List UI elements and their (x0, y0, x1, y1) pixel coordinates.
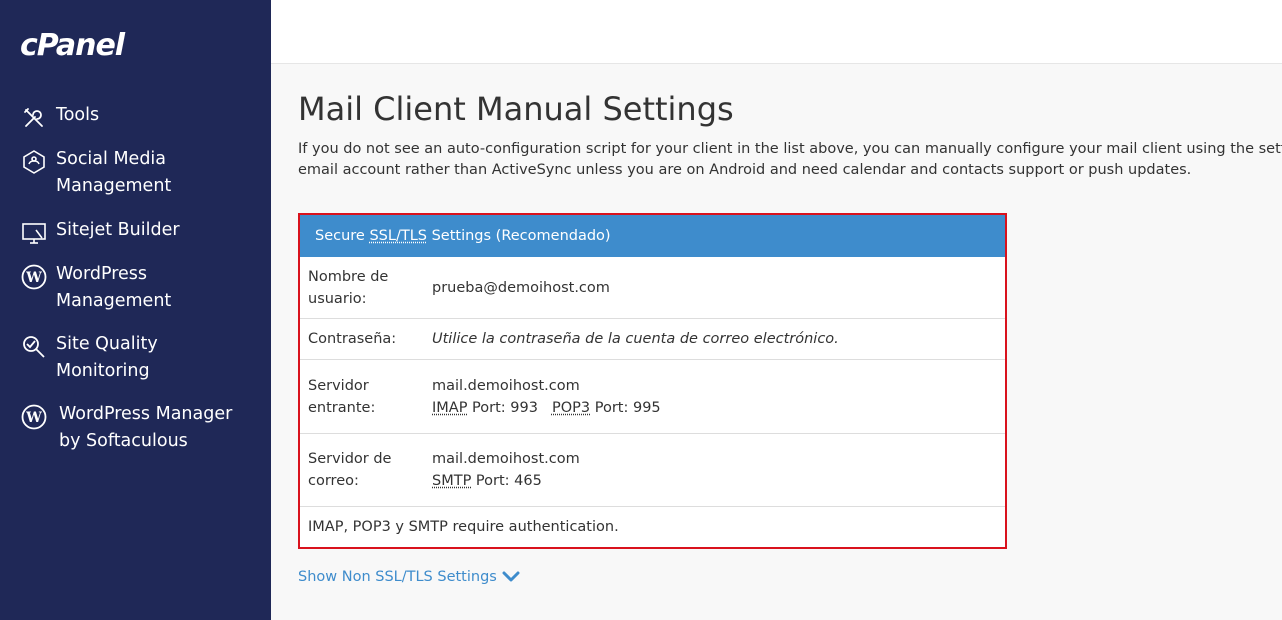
pop3-port: Port: 995 (590, 400, 661, 416)
header-prefix: Secure (315, 228, 369, 244)
magnifier-icon (20, 333, 48, 361)
panel-header: Secure SSL/TLS Settings (Recomendado) (300, 215, 1005, 257)
toggle-link-label: Show Non SSL/TLS Settings (298, 569, 497, 585)
username-label: Nombre de usuario: (300, 266, 432, 310)
incoming-label: Servidor entrante: (300, 375, 432, 419)
password-label: Contraseña: (300, 328, 432, 350)
settings-row-password: Contraseña: Utilice la contraseña de la … (300, 319, 1005, 360)
username-value: prueba@demoihost.com (432, 277, 1005, 299)
sidebar-item-label: Sitejet Builder (56, 217, 180, 244)
tools-icon (20, 104, 48, 132)
sidebar-item-label: Tools (56, 102, 99, 129)
password-value: Utilice la contraseña de la cuenta de co… (432, 328, 1005, 350)
outgoing-value: mail.demoihost.com SMTP Port: 465 (432, 448, 1005, 492)
header-suffix: Settings (Recomendado) (427, 228, 611, 244)
settings-row-auth-note: IMAP, POP3 y SMTP require authentication… (300, 507, 1005, 547)
show-non-ssl-settings-link[interactable]: Show Non SSL/TLS Settings (298, 569, 520, 585)
intro-line: If you do not see an auto-configuration … (298, 139, 1282, 160)
chevron-down-icon (502, 570, 520, 584)
smtp-abbr: SMTP (432, 473, 471, 489)
main-content: Mail Client Manual Settings If you do no… (298, 64, 1282, 620)
sidebar-item-wp-softaculous[interactable]: W WordPress Manager by Softaculous (0, 401, 252, 454)
sidebar-item-label: Social Media Management (56, 146, 171, 199)
outgoing-host: mail.demoihost.com (432, 448, 1005, 470)
sidebar-item-social-media[interactable]: Social Media Management (0, 146, 191, 199)
social-media-icon (20, 148, 48, 176)
sidebar: cPanel Tools Social Media Management Sit… (0, 0, 271, 620)
wordpress-icon: W (20, 403, 48, 431)
settings-row-username: Nombre de usuario: prueba@demoihost.com (300, 257, 1005, 319)
app: cPanel Tools Social Media Management Sit… (0, 0, 1282, 620)
cpanel-logo[interactable]: cPanel (20, 28, 124, 63)
sidebar-item-site-quality[interactable]: Site Quality Monitoring (0, 331, 178, 384)
sidebar-item-sitejet[interactable]: Sitejet Builder (0, 217, 200, 247)
imap-port: Port: 993 (467, 400, 538, 416)
top-bar (271, 0, 1282, 64)
settings-row-outgoing: Servidor de correo: mail.demoihost.com S… (300, 434, 1005, 507)
incoming-value: mail.demoihost.com IMAP Port: 993 POP3 Po… (432, 375, 1005, 419)
page-title: Mail Client Manual Settings (298, 90, 734, 128)
smtp-port: Port: 465 (471, 473, 542, 489)
sidebar-item-label: WordPress Manager by Softaculous (59, 401, 232, 454)
settings-row-incoming: Servidor entrante: mail.demoihost.com IM… (300, 360, 1005, 434)
secure-settings-panel: Secure SSL/TLS Settings (Recomendado) No… (298, 213, 1007, 549)
incoming-host: mail.demoihost.com (432, 375, 1005, 397)
auth-note: IMAP, POP3 y SMTP require authentication… (300, 516, 619, 538)
ssl-abbr: SSL/TLS (369, 228, 427, 244)
wordpress-icon: W (20, 263, 48, 291)
imap-abbr: IMAP (432, 400, 467, 416)
incoming-ports: IMAP Port: 993 POP3 Port: 995 (432, 397, 1005, 419)
sidebar-item-label: WordPress Management (56, 261, 171, 314)
sidebar-item-label: Site Quality Monitoring (56, 331, 158, 384)
outgoing-label: Servidor de correo: (300, 448, 432, 492)
intro-line: email account rather than ActiveSync unl… (298, 160, 1282, 181)
svg-text:W: W (25, 270, 42, 286)
monitor-icon (20, 219, 48, 247)
sidebar-item-wordpress[interactable]: W WordPress Management (0, 261, 191, 314)
svg-text:W: W (25, 410, 42, 426)
outgoing-ports: SMTP Port: 465 (432, 470, 1005, 492)
sidebar-item-tools[interactable]: Tools (0, 102, 119, 132)
intro-text: If you do not see an auto-configuration … (298, 139, 1282, 181)
pop3-abbr: POP3 (552, 400, 590, 416)
